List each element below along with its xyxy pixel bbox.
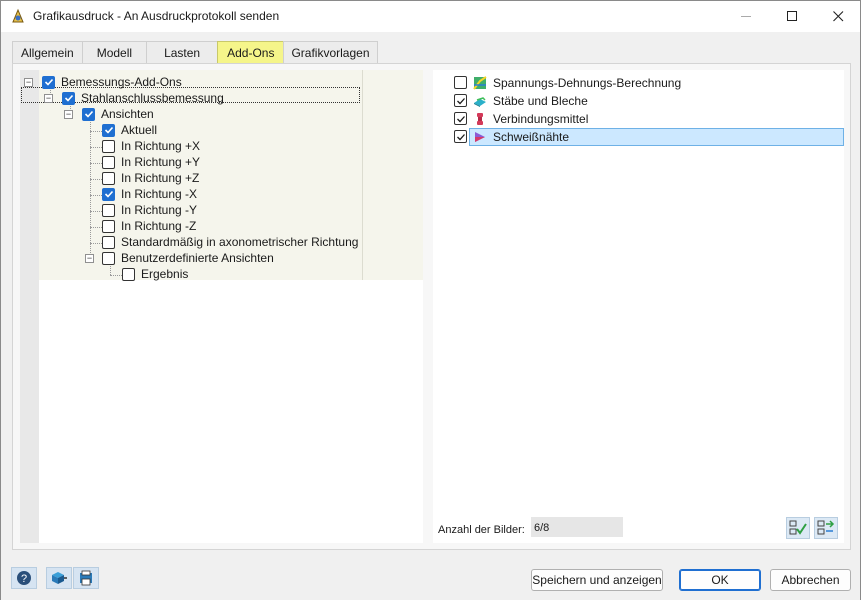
help-icon: ? xyxy=(17,571,31,585)
checkbox[interactable] xyxy=(102,155,115,169)
list-item-staebe-und-bleche[interactable]: Stäbe und Bleche xyxy=(433,92,844,109)
checkbox[interactable] xyxy=(82,107,95,121)
tab-bar: Allgemein Modell Lasten Add-Ons Grafikvo… xyxy=(12,41,378,64)
tab-grafikvorlagen[interactable]: Grafikvorlagen xyxy=(283,41,378,64)
tree-item-benutzerdefinierte-ansichten[interactable]: Benutzerdefinierte Ansichten xyxy=(102,250,274,266)
checkbox[interactable] xyxy=(102,139,115,153)
tree-item-stahlanschlussbemessung[interactable]: Stahlanschlussbemessung xyxy=(62,90,224,106)
window-title: Grafikausdruck - An Ausdruckprotokoll se… xyxy=(33,9,280,23)
save-and-show-button[interactable]: Speichern und anzeigen xyxy=(531,569,663,591)
collapse-icon[interactable]: − xyxy=(24,78,33,87)
title-bar: Grafikausdruck - An Ausdruckprotokoll se… xyxy=(1,1,860,32)
tree-item-richtung-plus-z[interactable]: In Richtung +Z xyxy=(102,170,199,186)
list-item-verbindungsmittel[interactable]: Verbindungsmittel xyxy=(433,110,844,127)
checkbox[interactable] xyxy=(122,267,135,281)
tree-item-richtung-minus-z[interactable]: In Richtung -Z xyxy=(102,218,196,234)
cancel-button[interactable]: Abbrechen xyxy=(770,569,851,591)
checkbox[interactable] xyxy=(102,251,115,265)
tree-item-ansichten[interactable]: Ansichten xyxy=(82,106,154,122)
views-tree-panel: − Bemessungs-Add-Ons − Stahlanschlussbem… xyxy=(20,70,423,543)
tree-item-richtung-plus-x[interactable]: In Richtung +X xyxy=(102,138,200,154)
printout-settings-button[interactable] xyxy=(73,567,99,589)
dialog-window: Grafikausdruck - An Ausdruckprotokoll se… xyxy=(0,0,861,600)
tree-item-ergebnis[interactable]: Ergebnis xyxy=(122,266,188,282)
tree-item-richtung-minus-y[interactable]: In Richtung -Y xyxy=(102,202,197,218)
dialog-footer: ? Speichern und anzeigen OK Abbrechen xyxy=(1,557,860,600)
checkbox[interactable] xyxy=(454,112,467,125)
members-plates-icon xyxy=(473,94,487,108)
ok-button[interactable]: OK xyxy=(679,569,761,591)
tab-content: − Bemessungs-Add-Ons − Stahlanschlussbem… xyxy=(12,63,851,550)
checkbox[interactable] xyxy=(454,130,467,143)
collapse-icon[interactable]: − xyxy=(44,94,53,103)
list-item-spannungs-dehnungs[interactable]: Spannungs-Dehnungs-Berechnung xyxy=(433,74,844,91)
svg-text:?: ? xyxy=(21,573,27,585)
tab-lasten[interactable]: Lasten xyxy=(146,41,219,64)
stress-strain-icon xyxy=(473,75,487,90)
tree-item-richtung-plus-y[interactable]: In Richtung +Y xyxy=(102,154,200,170)
checkbox[interactable] xyxy=(102,235,115,249)
image-count-label: Anzahl der Bilder: xyxy=(438,524,525,536)
toggle-selection-button[interactable] xyxy=(814,517,838,539)
tab-allgemein[interactable]: Allgemein xyxy=(12,41,83,64)
bolts-icon xyxy=(473,112,487,126)
check-all-icon xyxy=(789,520,807,535)
checkbox[interactable] xyxy=(102,187,115,201)
model-icon xyxy=(52,572,67,584)
collapse-icon[interactable]: − xyxy=(64,110,73,119)
collapse-icon[interactable]: − xyxy=(85,254,94,263)
maximize-button[interactable] xyxy=(769,1,815,32)
checkbox[interactable] xyxy=(454,94,467,107)
select-all-button[interactable] xyxy=(786,517,810,539)
model-view-button[interactable] xyxy=(46,567,72,589)
printout-icon xyxy=(80,570,92,586)
tree-item-bemessungs-add-ons[interactable]: Bemessungs-Add-Ons xyxy=(42,74,182,90)
tab-add-ons[interactable]: Add-Ons xyxy=(217,41,285,64)
tree-item-axonometrisch[interactable]: Standardmäßig in axonometrischer Richtun… xyxy=(102,234,358,250)
checkbox[interactable] xyxy=(62,91,75,105)
help-button[interactable]: ? xyxy=(11,567,37,589)
checkbox[interactable] xyxy=(102,203,115,217)
swap-selection-icon xyxy=(817,520,835,535)
list-item-schweissnaehte[interactable]: Schweißnähte xyxy=(433,128,844,146)
app-icon xyxy=(10,8,26,24)
checkbox[interactable] xyxy=(102,123,115,137)
checkbox[interactable] xyxy=(102,219,115,233)
image-count-value: 6/8 xyxy=(531,517,623,537)
result-types-panel: Spannungs-Dehnungs-Berechnung Stäbe und … xyxy=(433,70,844,543)
welds-icon xyxy=(473,130,487,144)
close-button[interactable] xyxy=(815,1,861,32)
checkbox[interactable] xyxy=(454,76,467,89)
tree-item-richtung-minus-x[interactable]: In Richtung -X xyxy=(102,186,197,202)
tab-modell[interactable]: Modell xyxy=(81,41,148,64)
checkbox[interactable] xyxy=(102,171,115,185)
checkbox[interactable] xyxy=(42,75,55,89)
minimize-button[interactable] xyxy=(723,1,769,32)
tree-item-aktuell[interactable]: Aktuell xyxy=(102,122,157,138)
